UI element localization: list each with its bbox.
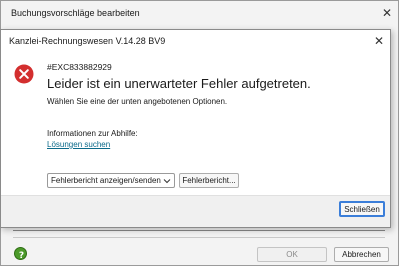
select-value: Fehlerbericht anzeigen/senden [51, 176, 161, 185]
error-subtext: Wählen Sie eine der unten angebotenen Op… [47, 97, 228, 106]
outer-window-title: Buchungsvorschläge bearbeiten [11, 8, 140, 18]
action-select[interactable]: Fehlerbericht anzeigen/senden [47, 173, 175, 188]
divider [13, 230, 385, 231]
dialog-title: Kanzlei-Rechnungswesen V.14.28 BV9 [9, 36, 166, 46]
close-icon[interactable]: ✕ [381, 7, 393, 19]
solutions-link[interactable]: Lösungen suchen [47, 140, 110, 149]
close-icon[interactable]: ✕ [373, 35, 385, 47]
error-icon [14, 64, 34, 84]
dialog-button-bar [1, 195, 390, 227]
error-report-button[interactable]: Fehlerbericht... [179, 173, 239, 188]
help-icon[interactable]: ? [14, 247, 27, 260]
chevron-down-icon [163, 177, 171, 185]
ok-button[interactable]: OK [257, 247, 327, 262]
error-dialog: Kanzlei-Rechnungswesen V.14.28 BV9 ✕ #EX… [0, 29, 391, 228]
close-button[interactable]: Schließen [339, 201, 385, 217]
dialog-titlebar: Kanzlei-Rechnungswesen V.14.28 BV9 ✕ [1, 30, 390, 52]
cancel-button[interactable]: Abbrechen [334, 247, 389, 262]
divider [13, 237, 385, 238]
info-label: Informationen zur Abhilfe: [47, 129, 138, 138]
svg-text:?: ? [19, 251, 24, 260]
error-code: #EXC833882929 [47, 62, 112, 72]
error-heading: Leider ist ein unerwarteter Fehler aufge… [47, 76, 311, 91]
outer-titlebar: Buchungsvorschläge bearbeiten ✕ [1, 1, 398, 26]
